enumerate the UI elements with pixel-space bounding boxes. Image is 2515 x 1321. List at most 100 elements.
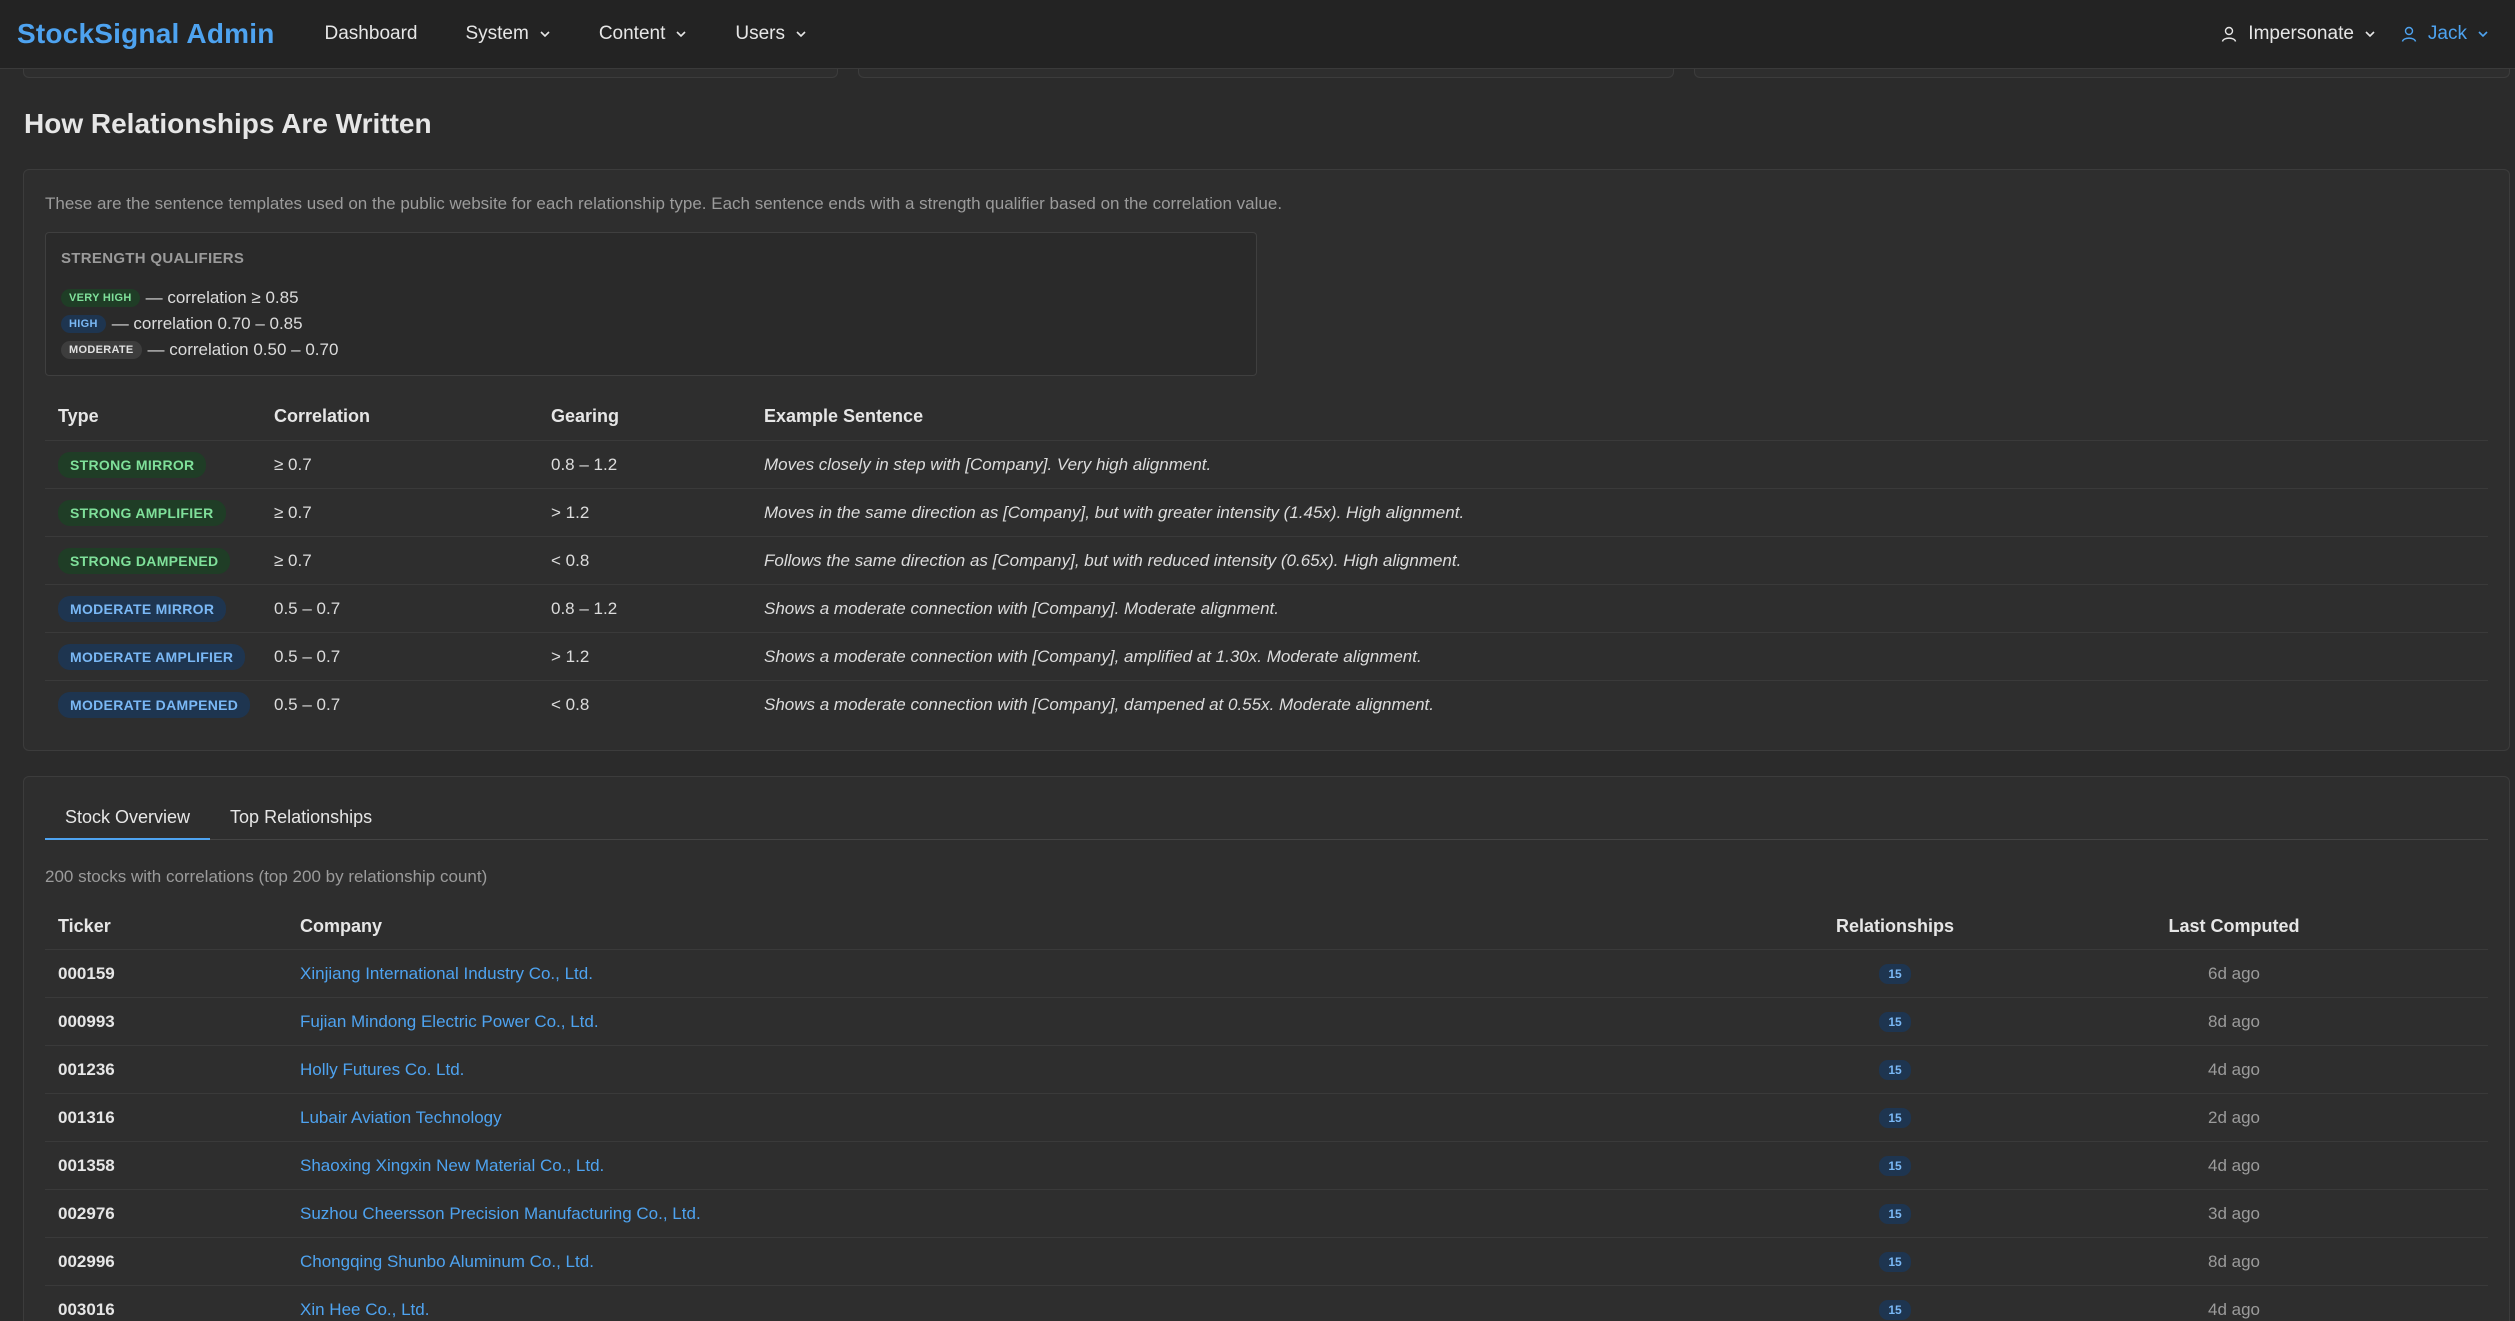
correlation-cell: ≥ 0.7 — [274, 550, 312, 570]
chevron-down-icon — [2364, 28, 2376, 40]
nav-users-dropdown[interactable]: Users — [711, 23, 831, 45]
column-header-ticker[interactable]: Ticker — [45, 916, 300, 937]
brand-logo[interactable]: StockSignal Admin — [17, 18, 275, 50]
main-nav: Dashboard System Content Users — [301, 23, 831, 45]
company-link[interactable]: Lubair Aviation Technology — [300, 1108, 1810, 1128]
qualifier-text: — correlation ≥ 0.85 — [145, 288, 299, 307]
relationship-count-badge: 15 — [1879, 1300, 1911, 1320]
relationship-count-badge: 15 — [1879, 1252, 1911, 1272]
ticker-cell: 001358 — [58, 1155, 115, 1175]
column-header-last-computed[interactable]: Last Computed — [1980, 916, 2488, 937]
column-header-correlation: Correlation — [274, 406, 371, 426]
qualifier-badge: HIGH — [61, 315, 106, 333]
relationship-count-badge: 15 — [1879, 1012, 1911, 1032]
stock-table: Ticker Company Relationships Last Comput… — [45, 904, 2488, 1321]
gearing-cell: 0.8 – 1.2 — [551, 598, 618, 618]
table-row: 002976 Suzhou Cheersson Precision Manufa… — [45, 1190, 2488, 1238]
company-link[interactable]: Xin Hee Co., Ltd. — [300, 1300, 1810, 1320]
qualifier-text: — correlation 0.70 – 0.85 — [111, 314, 303, 333]
qualifier-moderate: MODERATE — correlation 0.50 – 0.70 — [61, 340, 338, 360]
last-computed-cell: 4d ago — [2208, 1299, 2260, 1319]
example-sentence-cell: Follows the same direction as [Company],… — [764, 550, 1462, 570]
relationship-description: These are the sentence templates used on… — [45, 194, 1283, 213]
relationship-type-badge: STRONG AMPLIFIER — [58, 499, 226, 526]
nav-dashboard-label: Dashboard — [324, 23, 418, 44]
qualifiers-title: STRENGTH QUALIFIERS — [61, 250, 245, 267]
table-row: STRONG MIRROR ≥ 0.7 0.8 – 1.2 Moves clos… — [45, 441, 2488, 489]
company-link[interactable]: Suzhou Cheersson Precision Manufacturing… — [300, 1204, 1810, 1224]
gearing-cell: < 0.8 — [551, 550, 590, 570]
table-row: 000993 Fujian Mindong Electric Power Co.… — [45, 998, 2488, 1046]
ticker-cell: 001236 — [58, 1059, 115, 1079]
ticker-cell: 003016 — [58, 1299, 115, 1319]
qualifier-badge: VERY HIGH — [61, 289, 140, 307]
table-row: STRONG AMPLIFIER ≥ 0.7 > 1.2 Moves in th… — [45, 489, 2488, 537]
relationship-type-badge: MODERATE DAMPENED — [58, 692, 251, 718]
last-computed-cell: 3d ago — [2208, 1203, 2260, 1223]
table-header: Ticker Company Relationships Last Comput… — [45, 904, 2488, 950]
example-sentence-cell: Moves in the same direction as [Company]… — [764, 502, 1465, 522]
company-link[interactable]: Fujian Mindong Electric Power Co., Ltd. — [300, 1012, 1810, 1032]
column-header-type: Type — [58, 406, 99, 426]
strength-qualifiers-box: STRENGTH QUALIFIERS VERY HIGH — correlat… — [45, 232, 1257, 376]
chevron-down-icon — [675, 28, 687, 40]
tab-top-relationships[interactable]: Top Relationships — [210, 797, 392, 840]
last-computed-cell: 8d ago — [2208, 1011, 2260, 1031]
nav-system-label: System — [465, 23, 529, 44]
impersonate-dropdown[interactable]: Impersonate — [2208, 23, 2388, 45]
qualifier-text: — correlation 0.50 – 0.70 — [147, 340, 339, 359]
last-computed-cell: 4d ago — [2208, 1155, 2260, 1175]
gearing-cell: < 0.8 — [551, 695, 590, 714]
company-link[interactable]: Xinjiang International Industry Co., Ltd… — [300, 964, 1810, 984]
relationship-count-badge: 15 — [1879, 1204, 1911, 1224]
gearing-cell: 0.8 – 1.2 — [551, 454, 618, 474]
correlation-cell: 0.5 – 0.7 — [274, 646, 341, 666]
table-row: 001236 Holly Futures Co. Ltd. 15 4d ago — [45, 1046, 2488, 1094]
ticker-cell: 000159 — [58, 963, 115, 983]
company-link[interactable]: Holly Futures Co. Ltd. — [300, 1060, 1810, 1080]
user-icon — [2400, 25, 2418, 43]
last-computed-cell: 6d ago — [2208, 963, 2260, 983]
tab-bar: Stock Overview Top Relationships — [45, 797, 2488, 840]
chevron-down-icon — [795, 28, 807, 40]
chevron-down-icon — [539, 28, 551, 40]
nav-content-dropdown[interactable]: Content — [575, 23, 712, 45]
ticker-cell: 002996 — [58, 1251, 115, 1271]
relationship-type-badge: MODERATE MIRROR — [58, 595, 227, 622]
impersonate-label: Impersonate — [2248, 23, 2354, 44]
table-header: Type Correlation Gearing Example Sentenc… — [45, 393, 2488, 441]
top-navbar: StockSignal Admin Dashboard System Conte… — [0, 0, 2515, 69]
correlation-cell: ≥ 0.7 — [274, 502, 312, 522]
user-menu-dropdown[interactable]: Jack — [2388, 23, 2501, 45]
stock-overview-card: Stock Overview Top Relationships 200 sto… — [23, 776, 2510, 1321]
table-row: 001316 Lubair Aviation Technology 15 2d … — [45, 1094, 2488, 1142]
relationship-count-badge: 15 — [1879, 1156, 1911, 1176]
example-sentence-cell: Shows a moderate connection with [Compan… — [764, 646, 1422, 666]
example-sentence-cell: Shows a moderate connection with [Compan… — [764, 598, 1279, 618]
qualifier-high: HIGH — correlation 0.70 – 0.85 — [61, 314, 303, 334]
relationship-type-badge: STRONG MIRROR — [58, 451, 207, 478]
company-link[interactable]: Shaoxing Xingxin New Material Co., Ltd. — [300, 1156, 1810, 1176]
nav-system-dropdown[interactable]: System — [441, 23, 574, 45]
relationship-types-table: Type Correlation Gearing Example Sentenc… — [45, 393, 2488, 729]
nav-users-label: Users — [735, 23, 785, 44]
table-row: MODERATE DAMPENED 0.5 – 0.7 < 0.8 Shows … — [45, 681, 2488, 729]
company-link[interactable]: Chongqing Shunbo Aluminum Co., Ltd. — [300, 1252, 1810, 1272]
user-icon — [2220, 25, 2238, 43]
user-name: Jack — [2427, 23, 2467, 44]
tab-stock-overview[interactable]: Stock Overview — [45, 797, 211, 840]
gearing-cell: > 1.2 — [551, 502, 590, 522]
nav-right: Impersonate Jack — [2208, 23, 2501, 45]
nav-content-label: Content — [598, 23, 666, 44]
relationship-count-badge: 15 — [1879, 964, 1911, 984]
nav-dashboard[interactable]: Dashboard — [301, 23, 442, 45]
column-header-relationships[interactable]: Relationships — [1810, 916, 1980, 937]
table-row: MODERATE MIRROR 0.5 – 0.7 0.8 – 1.2 Show… — [45, 585, 2488, 633]
ticker-cell: 000993 — [58, 1011, 115, 1031]
column-header-example: Example Sentence — [764, 406, 924, 426]
column-header-company[interactable]: Company — [300, 916, 1810, 937]
table-row: 000159 Xinjiang International Industry C… — [45, 950, 2488, 998]
example-sentence-cell: Moves closely in step with [Company]. Ve… — [764, 454, 1212, 474]
table-row: STRONG DAMPENED ≥ 0.7 < 0.8 Follows the … — [45, 537, 2488, 585]
gearing-cell: > 1.2 — [551, 646, 590, 666]
